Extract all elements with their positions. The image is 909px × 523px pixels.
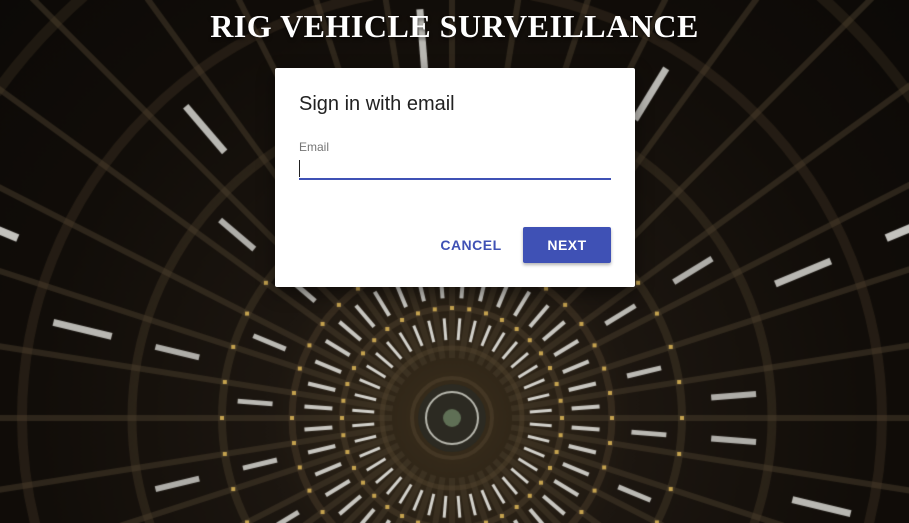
app-title: RIG VEHICLE SURVEILLANCE	[210, 8, 699, 44]
dialog-title: Sign in with email	[299, 93, 455, 115]
cancel-button[interactable]: CANCEL	[435, 227, 507, 263]
text-cursor	[299, 160, 300, 177]
next-button[interactable]: NEXT	[523, 227, 611, 263]
sign-in-dialog: Sign in with email Email CANCEL NEXT	[275, 68, 635, 287]
email-input[interactable]	[299, 156, 611, 180]
email-label: Email	[299, 140, 330, 154]
